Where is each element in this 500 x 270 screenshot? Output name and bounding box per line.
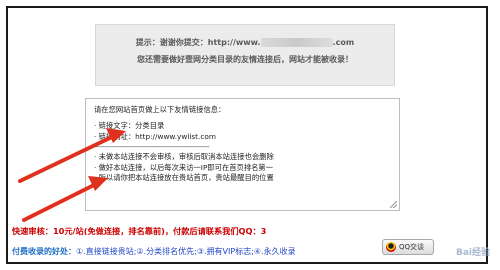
notice-url-prefix: 提示：谢谢你提交：http://www. <box>135 38 261 47</box>
link-code-textarea[interactable]: 请在您网站首页做上以下友情链接信息： · 链接文字：分类目录 · 链接网址：ht… <box>85 98 400 211</box>
qq-chat-button[interactable]: QQ交谈 <box>382 239 434 255</box>
baidu-jingyan-watermark: Bai经验 <box>455 248 490 258</box>
paid-benefits: 付费收录的好处：①.直接链接贵站;②.分类排名优先;③.拥有VIP标志;④.永久… <box>12 246 296 257</box>
qq-button-label: QQ交谈 <box>399 243 425 251</box>
qq-penguin-icon <box>386 242 396 252</box>
notice-line-1: 提示：谢谢你提交：http://www. .com <box>96 37 394 50</box>
note-line-2: · 做好本站连接，以后每次来访一IP即可在首页排名第一 <box>94 162 274 172</box>
note-line-3: · 所以请你把本站连接放在贵站首页，贵站最醒目的位置 <box>94 173 274 183</box>
notice-url-suffix: .com <box>332 38 355 47</box>
divider-line: ----------------------------------------… <box>94 142 210 152</box>
submission-notice: 提示：谢谢你提交：http://www. .com 您还需要做好壹网分类目录的友情… <box>95 24 395 86</box>
benefits-items: ①.直接链接贵站;②.分类排名优先;③.拥有VIP标志;④.永久收录 <box>76 247 296 256</box>
resize-handle[interactable] <box>390 201 397 208</box>
redacted-domain <box>260 38 333 47</box>
link-box-heading: 请在您网站首页做上以下友情链接信息： <box>94 105 226 114</box>
notice-line-2: 您还需要做好壹网分类目录的友情连接后，网站才能被收录！ <box>137 54 353 64</box>
fast-review-text: 快速审核：10元/站(免做连接，排名靠前)，付款后请联系我们QQ：3 <box>12 226 267 236</box>
benefits-label: 付费收录的好处： <box>12 247 76 256</box>
link-text-line: · 链接文字：分类目录 <box>94 121 165 131</box>
note-line-1: · 未做本站连接不会审核，审核后取消本站连接也会删除 <box>94 152 274 162</box>
link-url-line: · 链接网址：http://www.ywlist.com <box>94 131 216 141</box>
